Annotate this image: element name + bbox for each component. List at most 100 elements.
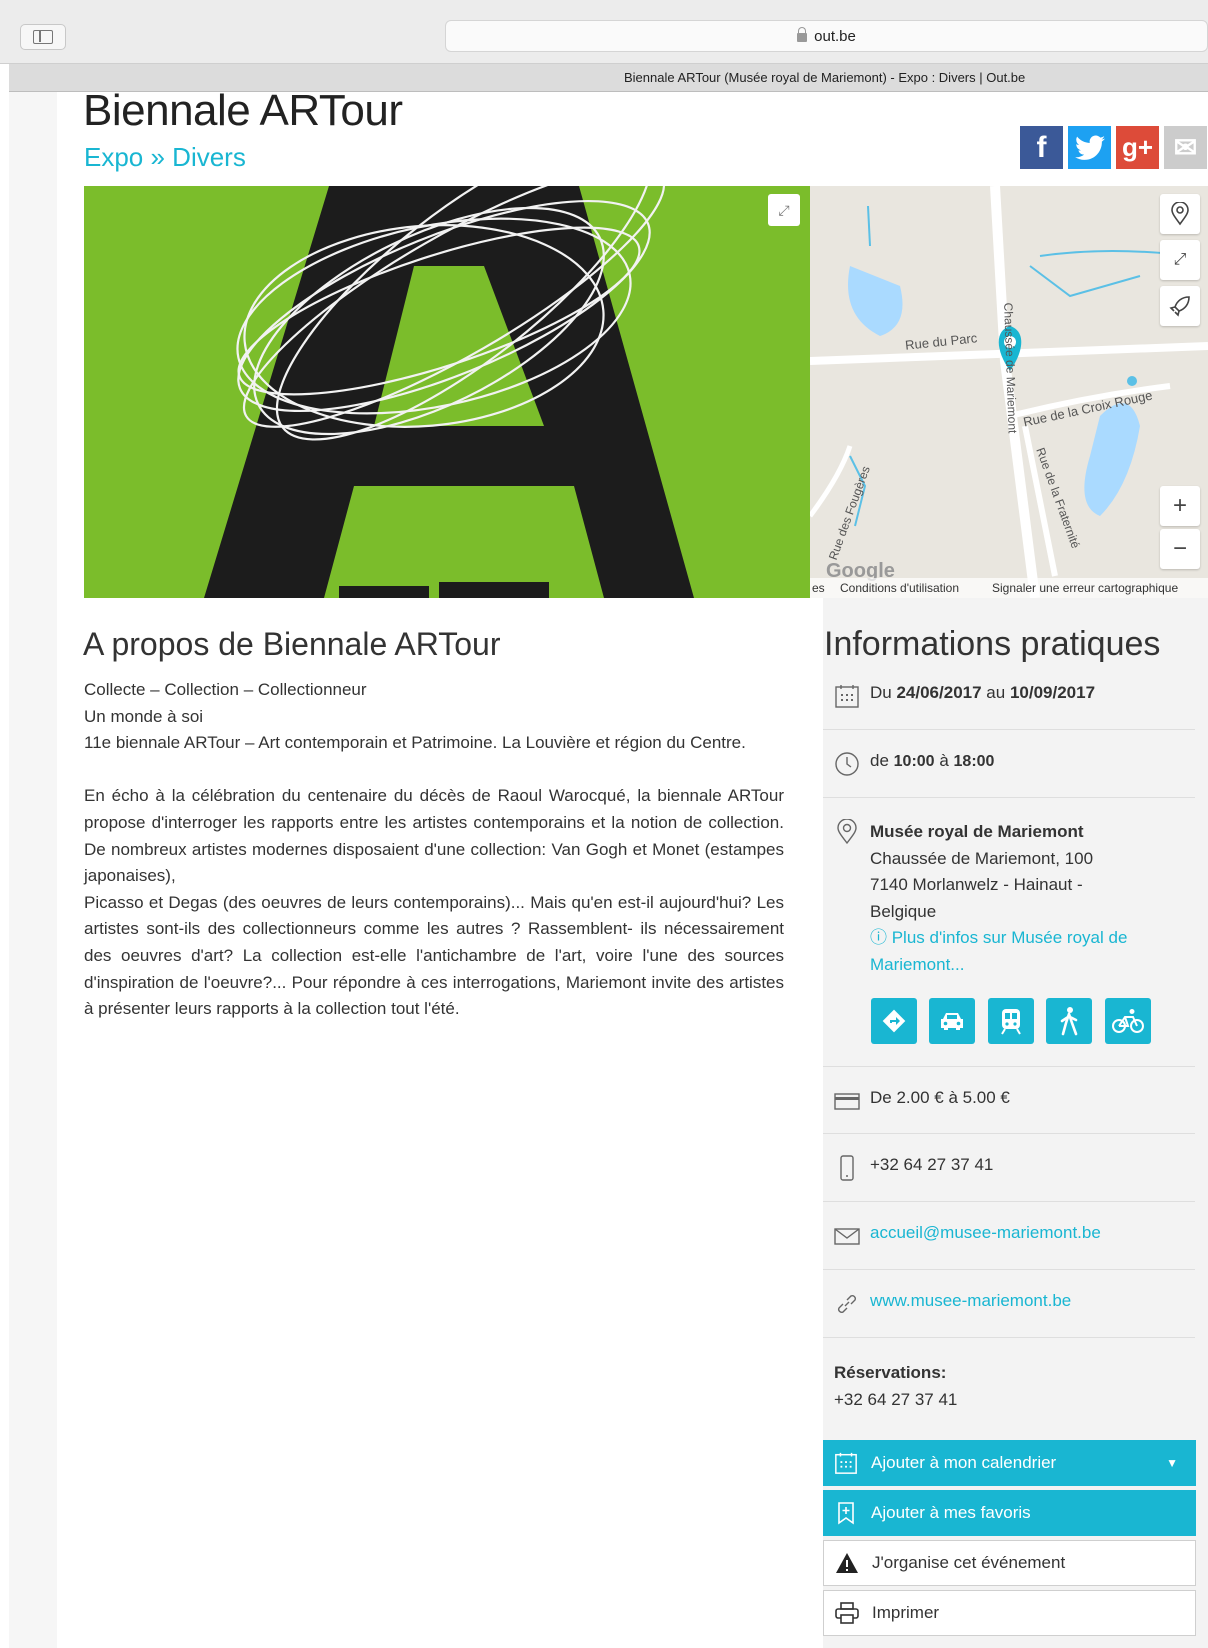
sidebar-icon bbox=[33, 30, 53, 44]
lock-icon bbox=[797, 26, 808, 42]
bike-button[interactable] bbox=[1105, 998, 1151, 1044]
zoom-in-button[interactable]: + bbox=[1160, 486, 1200, 526]
fullscreen-button[interactable]: ⤢ bbox=[768, 194, 800, 226]
map-footer-prefix: es bbox=[812, 581, 825, 595]
google-plus-icon: g+ bbox=[1121, 132, 1154, 162]
venue-street: Chaussée de Mariemont, 100 bbox=[870, 848, 1094, 868]
website-link[interactable]: www.musee-mariemont.be bbox=[870, 1291, 1071, 1311]
link-icon bbox=[838, 1295, 856, 1313]
about-line: Un monde à soi bbox=[84, 706, 204, 726]
printer-icon bbox=[835, 1602, 859, 1624]
credit-card-icon bbox=[834, 1093, 860, 1110]
car-button[interactable] bbox=[929, 998, 975, 1044]
zoom-out-button[interactable]: − bbox=[1160, 529, 1200, 569]
divider bbox=[823, 1337, 1195, 1338]
location-pin-icon bbox=[837, 819, 857, 845]
sidebar-toggle-button[interactable] bbox=[20, 24, 66, 50]
walk-button[interactable] bbox=[1046, 998, 1092, 1044]
add-to-favorites-label: Ajouter à mes favoris bbox=[871, 1503, 1031, 1522]
address-bar[interactable]: out.be bbox=[445, 20, 1208, 52]
reservations-block: Réservations: +32 64 27 37 41 bbox=[834, 1360, 1194, 1413]
browser-toolbar: out.be bbox=[0, 0, 1208, 64]
warning-icon bbox=[836, 1553, 858, 1573]
venue-name: Musée royal de Mariemont bbox=[870, 822, 1084, 841]
venue-address: Musée royal de Mariemont Chaussée de Mar… bbox=[870, 819, 1170, 979]
time-start: 10:00 bbox=[893, 753, 935, 770]
email-link[interactable]: accueil@musee-mariemont.be bbox=[870, 1223, 1101, 1243]
calendar-icon bbox=[835, 685, 859, 708]
share-buttons: f g+ ✉ bbox=[1020, 126, 1208, 169]
divider bbox=[823, 1201, 1195, 1202]
bike-icon bbox=[1112, 1009, 1144, 1033]
twitter-icon bbox=[1074, 135, 1105, 160]
divider bbox=[823, 729, 1195, 730]
map-fullscreen-button[interactable]: ⤢ bbox=[1160, 240, 1200, 280]
bookmark-icon bbox=[838, 1502, 854, 1525]
train-button[interactable] bbox=[988, 998, 1034, 1044]
page-gutter bbox=[9, 92, 57, 1648]
breadcrumb[interactable]: Expo » Divers bbox=[84, 142, 246, 173]
map-footer: es Conditions d'utilisation Signaler une… bbox=[810, 578, 1208, 598]
venue-country: Belgique bbox=[870, 901, 937, 921]
divider bbox=[823, 1133, 1195, 1134]
google-plus-share-button[interactable]: g+ bbox=[1116, 126, 1159, 169]
add-to-calendar-label: Ajouter à mon calendrier bbox=[871, 1453, 1057, 1472]
location-map[interactable]: Rue du Parc Chaussée de Mariemont Rue de… bbox=[810, 186, 1208, 598]
url-text: out.be bbox=[814, 27, 856, 45]
location-pin-icon bbox=[1171, 202, 1189, 226]
directions-button[interactable] bbox=[871, 998, 917, 1044]
phone-icon bbox=[840, 1155, 854, 1181]
clock-icon bbox=[835, 752, 859, 776]
divider bbox=[823, 1269, 1195, 1270]
phone-text[interactable]: +32 64 27 37 41 bbox=[870, 1155, 993, 1175]
facebook-icon: f bbox=[1036, 130, 1047, 164]
rocket-icon bbox=[1169, 296, 1190, 317]
plus-icon: + bbox=[1172, 492, 1187, 519]
twitter-share-button[interactable] bbox=[1068, 126, 1111, 169]
date-text: Du 24/06/2017 au 10/09/2017 bbox=[870, 683, 1096, 702]
about-line: Collecte – Collection – Collectionneur bbox=[84, 680, 367, 699]
print-button[interactable]: Imprimer bbox=[823, 1590, 1196, 1636]
add-to-favorites-button[interactable]: Ajouter à mes favoris bbox=[823, 1490, 1196, 1536]
about-text: Collecte – Collection – Collectionneur U… bbox=[84, 677, 784, 1023]
email-share-button[interactable]: ✉ bbox=[1164, 126, 1207, 169]
venue-city: 7140 Morlanwelz - Hainaut - bbox=[870, 875, 1083, 895]
reservations-phone[interactable]: +32 64 27 37 41 bbox=[834, 1387, 1194, 1414]
facebook-share-button[interactable]: f bbox=[1020, 126, 1063, 169]
artour-logo-image bbox=[84, 186, 810, 598]
map-report-link[interactable]: Signaler une erreur cartographique bbox=[992, 578, 1178, 598]
add-to-calendar-button[interactable]: Ajouter à mon calendrier ▼ bbox=[823, 1440, 1196, 1486]
venue-info-link[interactable]: ⓘ Plus d'infos sur Musée royal de Mariem… bbox=[870, 925, 1170, 978]
about-paragraph: En écho à la célébration du centenaire d… bbox=[84, 786, 784, 886]
train-icon bbox=[1001, 1009, 1021, 1035]
event-image[interactable]: ⤢ bbox=[84, 186, 810, 598]
organize-event-label: J'organise cet événement bbox=[872, 1553, 1066, 1572]
about-paragraph: Picasso et Degas (des oeuvres de leurs c… bbox=[84, 892, 784, 1019]
time-end: 18:00 bbox=[953, 753, 995, 770]
price-text: De 2.00 € à 5.00 € bbox=[870, 1088, 1010, 1107]
calendar-icon bbox=[835, 1452, 857, 1474]
time-text: de 10:00 à 18:00 bbox=[870, 751, 995, 770]
expand-icon: ⤢ bbox=[778, 201, 790, 218]
about-line: 11e biennale ARTour – Art contemporain e… bbox=[84, 733, 746, 753]
reservations-label: Réservations: bbox=[834, 1363, 947, 1382]
route-button[interactable] bbox=[1160, 286, 1200, 326]
locate-button[interactable] bbox=[1160, 194, 1200, 234]
tab-title[interactable]: Biennale ARTour (Musée royal de Mariemon… bbox=[624, 64, 1025, 92]
mail-icon: ✉ bbox=[1173, 132, 1198, 163]
chevron-down-icon: ▼ bbox=[1166, 1456, 1178, 1470]
organize-event-button[interactable]: J'organise cet événement bbox=[823, 1540, 1196, 1586]
minus-icon: − bbox=[1172, 535, 1187, 562]
print-label: Imprimer bbox=[872, 1603, 940, 1622]
date-start: 24/06/2017 bbox=[896, 683, 982, 702]
map-terms-link[interactable]: Conditions d'utilisation bbox=[840, 578, 959, 598]
walk-icon bbox=[1060, 1007, 1078, 1036]
divider bbox=[823, 1066, 1195, 1067]
date-end: 10/09/2017 bbox=[1009, 683, 1096, 702]
expand-icon: ⤢ bbox=[1173, 251, 1187, 268]
divider bbox=[823, 797, 1195, 798]
info-title: Informations pratiques bbox=[824, 625, 1161, 663]
mail-icon bbox=[834, 1228, 860, 1245]
car-icon bbox=[941, 1013, 963, 1030]
page-title: Biennale ARTour bbox=[83, 86, 403, 135]
